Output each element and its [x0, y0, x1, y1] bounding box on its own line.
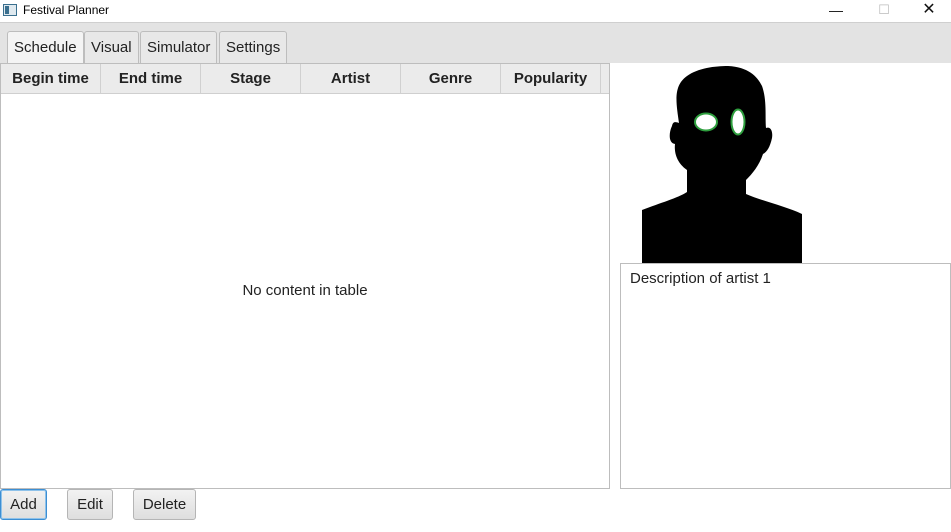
column-header-stage[interactable]: Stage	[201, 64, 301, 94]
table-header: Begin time End time Stage Artist Genre P…	[1, 64, 609, 94]
tab-schedule[interactable]: Schedule	[7, 31, 84, 64]
column-header-begin-time[interactable]: Begin time	[1, 64, 101, 94]
minimize-button[interactable]: —	[813, 0, 859, 22]
close-button[interactable]: ✕	[906, 0, 951, 22]
app-window: Festival Planner — ☐ ✕ Schedule Visual S…	[0, 0, 951, 532]
edit-button[interactable]: Edit	[67, 489, 113, 520]
delete-button[interactable]: Delete	[133, 489, 196, 520]
person-silhouette-icon	[642, 66, 802, 263]
table-empty-placeholder: No content in table	[242, 282, 368, 299]
add-button[interactable]: Add	[0, 489, 47, 520]
column-header-popularity[interactable]: Popularity	[501, 64, 601, 94]
column-header-genre[interactable]: Genre	[401, 64, 501, 94]
column-header-end-time[interactable]: End time	[101, 64, 201, 94]
tab-bar: Schedule Visual Simulator Settings	[0, 22, 951, 64]
schedule-table[interactable]: Begin time End time Stage Artist Genre P…	[0, 63, 610, 489]
app-icon	[3, 4, 17, 16]
window-title: Festival Planner	[23, 3, 110, 17]
left-eye-icon	[694, 112, 718, 132]
right-eye-icon	[730, 108, 746, 136]
artist-description-textarea[interactable]: Description of artist 1	[620, 263, 951, 489]
maximize-button[interactable]: ☐	[861, 0, 907, 22]
tab-visual[interactable]: Visual	[84, 31, 139, 63]
title-bar: Festival Planner — ☐ ✕	[0, 0, 951, 22]
column-header-artist[interactable]: Artist	[301, 64, 401, 94]
tab-simulator[interactable]: Simulator	[140, 31, 218, 63]
tab-settings[interactable]: Settings	[219, 31, 288, 63]
